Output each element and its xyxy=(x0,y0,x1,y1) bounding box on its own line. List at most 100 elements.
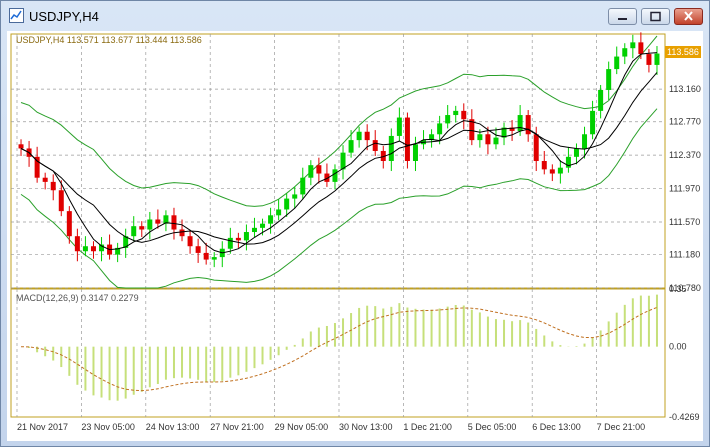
macd-tick-label: -0.4269 xyxy=(669,412,700,422)
candle-body xyxy=(18,144,24,149)
candle-body xyxy=(493,137,499,145)
candle-body xyxy=(364,131,370,141)
candle-body xyxy=(147,219,153,230)
price-tick-label: 111.970 xyxy=(669,184,700,194)
candle-body xyxy=(276,209,282,216)
candle-body xyxy=(171,215,177,230)
close-button[interactable] xyxy=(674,8,703,25)
candle-body xyxy=(34,156,40,178)
candle-body xyxy=(300,177,306,195)
time-tick-label: 29 Nov 05:00 xyxy=(275,422,329,432)
minimize-icon xyxy=(618,18,627,20)
close-icon xyxy=(684,11,693,21)
candle-body xyxy=(590,110,596,135)
candle-body xyxy=(445,115,451,124)
candle-body xyxy=(251,227,257,233)
candle-body xyxy=(525,115,531,135)
title-bar: USDJPY,H4 xyxy=(1,1,709,31)
candle-body xyxy=(614,56,620,70)
candle-body xyxy=(179,229,185,237)
candle-body xyxy=(211,257,217,260)
terminal-window: USDJPY,H4 113.160 112.770 112.370 111.970 11… xyxy=(0,0,710,447)
candle-body xyxy=(66,211,72,237)
candle-body xyxy=(412,144,418,161)
candle-body xyxy=(203,252,209,260)
candle-body xyxy=(638,42,644,55)
time-tick-label: 6 Dec 13:00 xyxy=(532,422,581,432)
candle-body xyxy=(388,135,394,161)
time-tick-label: 30 Nov 13:00 xyxy=(339,422,393,432)
candle-body xyxy=(622,48,628,57)
candle-body xyxy=(573,148,579,157)
candle-body xyxy=(74,236,80,252)
candle-body xyxy=(227,237,233,249)
candle-body xyxy=(437,123,443,135)
candle-body xyxy=(90,246,96,252)
price-tick-label: 111.570 xyxy=(669,217,700,227)
macd-tick-label: 0.35 xyxy=(669,284,687,294)
restore-icon xyxy=(650,11,661,22)
candle-body xyxy=(308,165,314,178)
candle-body xyxy=(372,140,378,151)
candle-body xyxy=(598,89,604,111)
chart-window-icon xyxy=(9,8,24,23)
price-tick-label: 112.770 xyxy=(669,117,701,127)
candle-body xyxy=(654,53,660,65)
time-tick-label: 27 Nov 21:00 xyxy=(210,422,264,432)
candle-body xyxy=(485,134,491,145)
candle-body xyxy=(582,134,588,149)
candle-body xyxy=(453,110,459,116)
candle-body xyxy=(630,42,636,49)
candle-body xyxy=(268,215,274,224)
candle-body xyxy=(195,246,201,253)
chart-ohlc-label: USDJPY,H4 113.571 113.677 113.444 113.58… xyxy=(16,35,202,45)
time-tick-label: 7 Dec 21:00 xyxy=(597,422,646,432)
current-price-label: 113.586 xyxy=(667,47,699,57)
window-title: USDJPY,H4 xyxy=(29,9,99,24)
candle-body xyxy=(557,167,563,174)
time-tick-label: 24 Nov 13:00 xyxy=(146,422,200,432)
candle-body xyxy=(260,223,266,228)
candle-body xyxy=(606,69,612,90)
price-tick-label: 111.180 xyxy=(669,250,700,260)
time-tick-label: 21 Nov 2017 xyxy=(17,422,68,432)
candle-body xyxy=(404,117,410,161)
candle-body xyxy=(235,237,241,241)
candle-body xyxy=(396,117,402,136)
moving-average-line xyxy=(20,72,658,245)
candle-body xyxy=(356,131,362,141)
candle-body xyxy=(477,134,483,141)
price-tick-label: 113.160 xyxy=(669,84,701,94)
candle-body xyxy=(461,110,467,120)
candle-body xyxy=(348,140,354,153)
candle-body xyxy=(155,219,161,224)
chart-area[interactable]: 113.160 112.770 112.370 111.970 111.570 111.1… xyxy=(7,31,703,441)
candle-body xyxy=(243,232,249,241)
candle-body xyxy=(131,226,137,237)
candle-body xyxy=(549,169,555,174)
candle-body xyxy=(42,177,48,182)
candle-body xyxy=(284,198,290,210)
candle-body xyxy=(58,190,64,212)
candle-body xyxy=(332,169,338,182)
time-tick-label: 23 Nov 05:00 xyxy=(81,422,135,432)
macd-tick-label: 0.00 xyxy=(669,342,687,352)
candle-body xyxy=(82,246,88,252)
time-tick-label: 5 Dec 05:00 xyxy=(468,422,517,432)
price-chart[interactable]: 113.160 112.770 112.370 111.970 111.570 111.1… xyxy=(7,31,703,441)
time-tick-label: 1 Dec 21:00 xyxy=(403,422,452,432)
minimize-button[interactable] xyxy=(608,8,637,25)
candle-body xyxy=(533,134,539,161)
candle-body xyxy=(187,236,193,247)
maximize-button[interactable] xyxy=(641,8,670,25)
candle-body xyxy=(50,181,56,191)
candle-body xyxy=(646,54,652,65)
candle-body xyxy=(316,165,322,174)
price-tick-label: 112.370 xyxy=(669,150,701,160)
candle-body xyxy=(541,161,547,170)
macd-histogram xyxy=(20,294,658,401)
time-axis: 21 Nov 2017 23 Nov 05:00 24 Nov 13:00 27 No… xyxy=(17,422,645,432)
candle-body xyxy=(292,194,298,199)
candle-body xyxy=(139,226,145,230)
macd-label: MACD(12,26,9) 0.3147 0.2279 xyxy=(16,293,139,303)
